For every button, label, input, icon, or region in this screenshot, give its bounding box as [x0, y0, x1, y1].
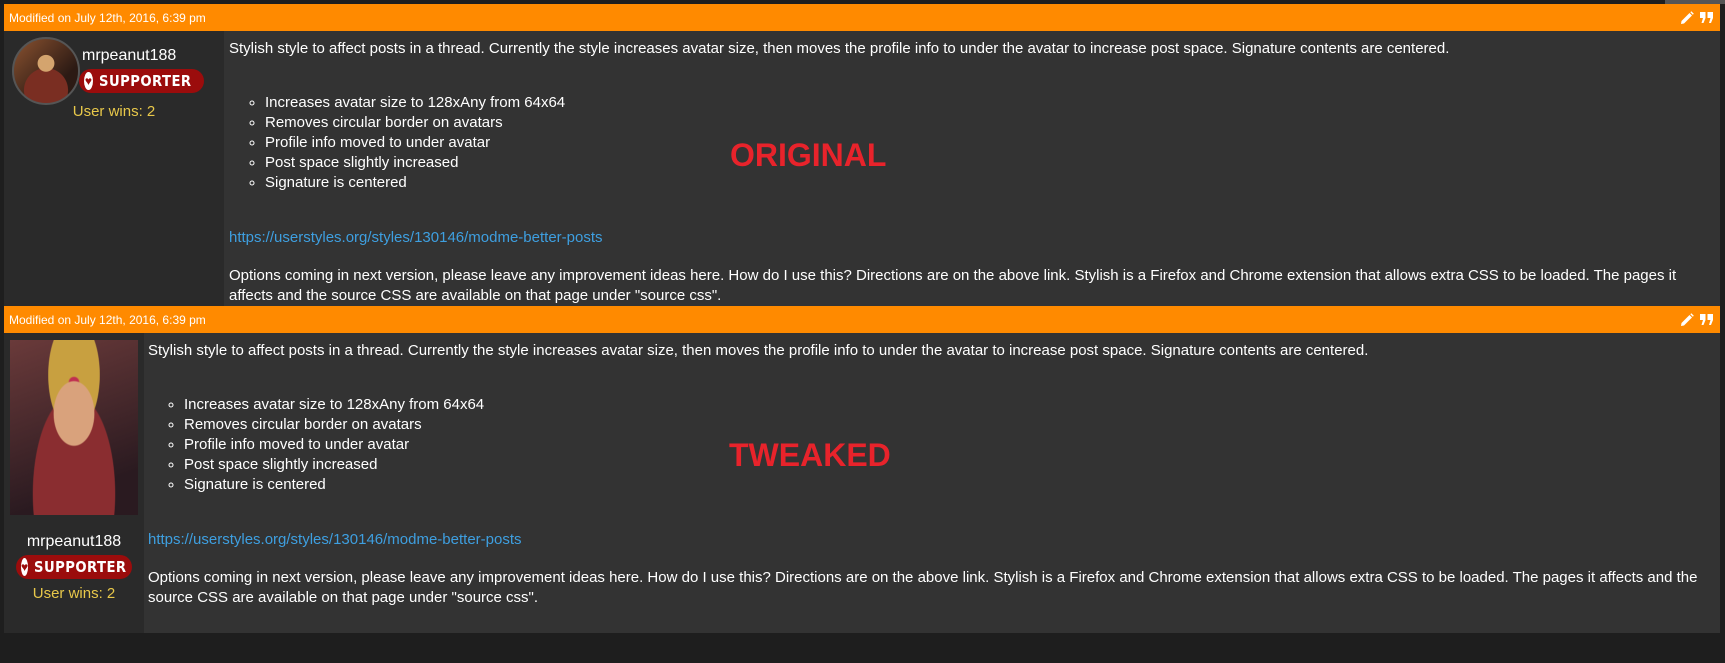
- list-item: Removes circular border on avatars: [265, 113, 1712, 133]
- avatar[interactable]: [10, 340, 138, 515]
- userstyles-link[interactable]: https://userstyles.org/styles/130146/mod…: [148, 530, 1712, 550]
- post-content: Stylish style to affect posts in a threa…: [144, 333, 1720, 633]
- quote-icon[interactable]: [1700, 11, 1714, 24]
- comparison-label: TWEAKED: [729, 437, 891, 473]
- post-options-text: Options coming in next version, please l…: [229, 267, 1677, 304]
- badge-label: SUPPORTER: [98, 72, 192, 90]
- heart-icon: ♥: [84, 72, 93, 90]
- post-content: Stylish style to affect posts in a threa…: [224, 31, 1720, 337]
- pencil-icon[interactable]: [1680, 312, 1694, 327]
- badge-label: SUPPORTER: [34, 558, 127, 576]
- supporter-badge: ♥ SUPPORTER: [79, 69, 204, 93]
- forum-post-original: Modified on July 12th, 2016, 6:39 pm mrp…: [4, 4, 1720, 337]
- feature-list: Increases avatar size to 128xAny from 64…: [148, 395, 1712, 495]
- post-actions: [1680, 312, 1714, 327]
- post-header: Modified on July 12th, 2016, 6:39 pm: [4, 4, 1720, 31]
- user-profile-sidebar: mrpeanut188 ♥ SUPPORTER User wins: 2: [4, 333, 144, 633]
- post-actions: [1680, 10, 1714, 25]
- avatar[interactable]: [12, 37, 80, 105]
- post-options-text: Options coming in next version, please l…: [148, 569, 1698, 606]
- list-item: Increases avatar size to 128xAny from 64…: [265, 93, 1712, 113]
- list-item: Profile info moved to under avatar: [265, 133, 1712, 153]
- quote-icon[interactable]: [1700, 313, 1714, 326]
- user-profile-sidebar: mrpeanut188 ♥ SUPPORTER User wins: 2: [4, 31, 224, 337]
- post-intro: Stylish style to affect posts in a threa…: [148, 342, 1369, 359]
- user-wins: User wins: 2: [32, 585, 116, 602]
- list-item: Post space slightly increased: [184, 455, 1712, 475]
- list-item: Post space slightly increased: [265, 153, 1712, 173]
- heart-icon: ♥: [21, 558, 29, 576]
- post-header: Modified on July 12th, 2016, 6:39 pm: [4, 306, 1720, 333]
- username[interactable]: mrpeanut188: [4, 533, 144, 551]
- comparison-label: ORIGINAL: [730, 137, 887, 173]
- post-modified-date: Modified on July 12th, 2016, 6:39 pm: [9, 312, 206, 327]
- post-intro: Stylish style to affect posts in a threa…: [229, 40, 1450, 57]
- supporter-badge: ♥ SUPPORTER: [16, 555, 132, 579]
- list-item: Profile info moved to under avatar: [184, 435, 1712, 455]
- userstyles-link[interactable]: https://userstyles.org/styles/130146/mod…: [229, 228, 1712, 248]
- list-item: Signature is centered: [184, 475, 1712, 495]
- list-item: Removes circular border on avatars: [184, 415, 1712, 435]
- post-modified-date: Modified on July 12th, 2016, 6:39 pm: [9, 10, 206, 25]
- list-item: Signature is centered: [265, 173, 1712, 193]
- user-wins: User wins: 2: [72, 103, 156, 120]
- feature-list: Increases avatar size to 128xAny from 64…: [229, 93, 1712, 193]
- forum-post-tweaked: Modified on July 12th, 2016, 6:39 pm mrp…: [4, 306, 1720, 633]
- username[interactable]: mrpeanut188: [82, 47, 176, 65]
- pencil-icon[interactable]: [1680, 10, 1694, 25]
- list-item: Increases avatar size to 128xAny from 64…: [184, 395, 1712, 415]
